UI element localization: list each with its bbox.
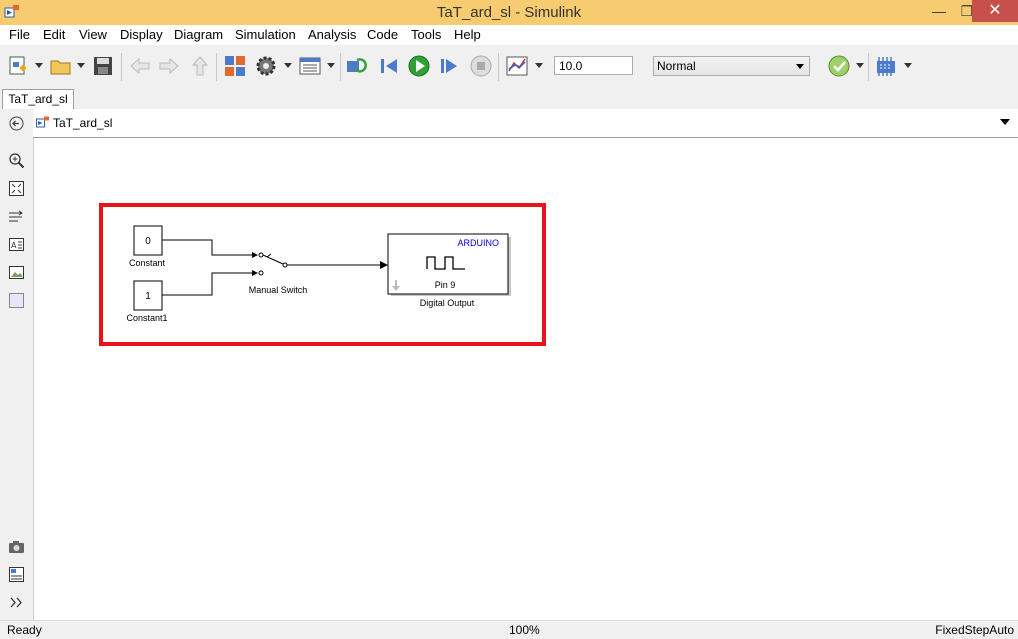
left-palette: A	[0, 109, 34, 620]
pin-label: Pin 9	[435, 280, 456, 290]
config-dropdown-icon[interactable]	[284, 63, 292, 68]
window-title: TaT_ard_sl - Simulink	[436, 4, 582, 21]
stop-icon[interactable]	[469, 54, 493, 78]
menu-bar: File Edit View Display Diagram Simulatio…	[0, 25, 1018, 45]
up-icon[interactable]	[188, 54, 212, 78]
run-icon[interactable]	[407, 54, 431, 78]
toolbar	[0, 45, 1018, 89]
chevron-down-icon[interactable]	[1000, 119, 1010, 125]
constant1-label: Constant1	[126, 313, 167, 323]
fit-to-view-icon[interactable]	[8, 180, 25, 197]
build-dropdown-icon[interactable]	[904, 63, 912, 68]
arrowhead	[252, 252, 258, 258]
model-canvas[interactable]: 0 Constant 1 Constant1 Manual Switch ARD…	[34, 138, 1018, 620]
zoom-icon[interactable]	[8, 152, 25, 169]
toolbar-separator	[216, 53, 217, 81]
zoom-level: 100%	[509, 623, 540, 637]
toolbar-separator	[868, 53, 869, 81]
toolbar-separator	[121, 53, 122, 81]
status-text: Ready	[7, 623, 42, 637]
solver-text[interactable]: FixedStepAuto	[935, 623, 1014, 637]
toolbar-separator	[340, 53, 341, 81]
step-forward-icon[interactable]	[437, 54, 461, 78]
signal-line[interactable]	[162, 272, 252, 296]
model-advisor-check-icon[interactable]	[827, 54, 851, 78]
arduino-header: ARDUINO	[457, 238, 499, 248]
block-diagram: 0 Constant 1 Constant1 Manual Switch ARD…	[99, 203, 546, 346]
signal-line[interactable]	[162, 239, 252, 256]
hardware-build-icon[interactable]	[874, 54, 898, 78]
constant-label: Constant	[129, 258, 166, 268]
hide-browser-icon[interactable]	[8, 115, 25, 132]
menu-code[interactable]: Code	[367, 27, 398, 42]
toolbar-separator	[498, 53, 499, 81]
minimize-button[interactable]: —	[925, 0, 953, 22]
constant1-value: 1	[145, 291, 151, 302]
menu-diagram[interactable]: Diagram	[174, 27, 223, 42]
model-explorer-icon[interactable]	[298, 54, 322, 78]
menu-view[interactable]: View	[79, 27, 107, 42]
tab-model[interactable]: TaT_ard_sl	[2, 89, 74, 109]
open-folder-icon[interactable]	[49, 54, 73, 78]
menu-analysis[interactable]: Analysis	[308, 27, 356, 42]
menu-edit[interactable]: Edit	[43, 27, 65, 42]
explorer-dropdown-icon[interactable]	[327, 63, 335, 68]
forward-icon[interactable]	[157, 54, 181, 78]
menu-simulation[interactable]: Simulation	[235, 27, 296, 42]
status-bar: Ready 100% FixedStepAuto	[0, 620, 1018, 639]
title-bar: TaT_ard_sl - Simulink — ❐ ✕	[0, 0, 1018, 25]
manual-switch-label: Manual Switch	[249, 285, 308, 295]
chevron-down-icon	[796, 64, 804, 69]
close-button[interactable]: ✕	[972, 0, 1018, 22]
new-model-icon[interactable]	[6, 54, 30, 78]
logging-dropdown-icon[interactable]	[535, 63, 543, 68]
expand-chevron-icon[interactable]	[8, 594, 25, 611]
signal-arrows-icon[interactable]	[8, 208, 25, 225]
arrowhead	[380, 261, 388, 269]
area-icon[interactable]	[8, 292, 25, 309]
manual-switch-block[interactable]	[258, 252, 288, 276]
menu-file[interactable]: File	[9, 27, 30, 42]
stop-time-input[interactable]: 10.0	[554, 56, 633, 75]
image-icon[interactable]	[8, 264, 25, 281]
new-dropdown-icon[interactable]	[35, 63, 43, 68]
library-browser-icon[interactable]	[223, 54, 247, 78]
arrowhead	[252, 270, 258, 276]
address-path: TaT_ard_sl	[53, 116, 113, 130]
update-diagram-icon[interactable]	[345, 54, 369, 78]
menu-tools[interactable]: Tools	[411, 27, 441, 42]
simulation-mode-select[interactable]: Normal	[653, 56, 810, 76]
svg-text:A: A	[11, 241, 17, 250]
model-config-gear-icon[interactable]	[254, 54, 278, 78]
back-icon[interactable]	[128, 54, 152, 78]
open-dropdown-icon[interactable]	[77, 63, 85, 68]
step-back-icon[interactable]	[378, 54, 402, 78]
menu-display[interactable]: Display	[120, 27, 163, 42]
model-browser-address-bar[interactable]: TaT_ard_sl	[33, 109, 1018, 138]
constant-value: 0	[145, 236, 151, 247]
simulation-mode-value: Normal	[657, 59, 696, 73]
digital-output-label: Digital Output	[420, 298, 475, 308]
menu-help[interactable]: Help	[454, 27, 481, 42]
camera-icon[interactable]	[8, 538, 25, 555]
model-icon	[36, 116, 49, 128]
property-inspector-icon[interactable]	[8, 566, 25, 583]
record-logging-icon[interactable]	[505, 54, 529, 78]
save-icon[interactable]	[91, 54, 115, 78]
advisor-dropdown-icon[interactable]	[856, 63, 864, 68]
annotation-icon[interactable]: A	[8, 236, 25, 253]
model-tab-strip: TaT_ard_sl	[0, 88, 1018, 110]
